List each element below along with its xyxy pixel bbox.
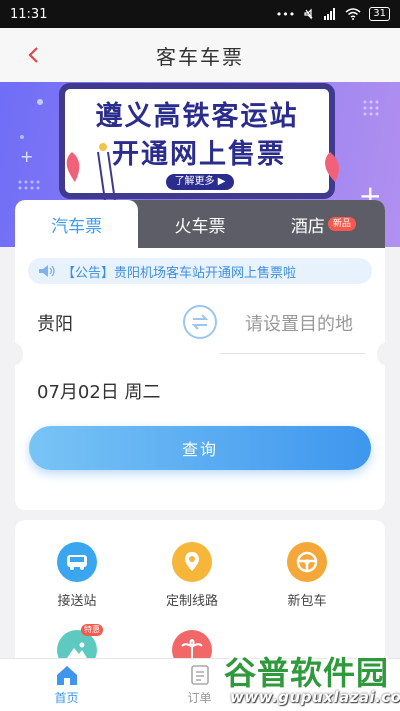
search-button[interactable]: 查询 [29,426,371,470]
tab-bus-ticket[interactable]: 汽车票 [15,200,139,248]
steering-wheel-icon [287,542,327,582]
route-pin-icon [172,542,212,582]
back-button[interactable] [18,40,48,70]
ticket-search-card: 汽车票 火车票 酒店 新品 【公告】贵阳机场客车站开通网上售票啦 贵阳 请设置目… [15,200,385,510]
swap-cities-button[interactable] [183,305,217,339]
home-icon [56,666,77,685]
new-badge: 新品 [327,217,356,231]
svg-text:+: + [20,147,33,166]
order-icon [190,665,209,685]
page-title: 客车车票 [156,44,244,69]
tab-hotel[interactable]: 酒店 新品 [262,200,385,248]
nav-bar: 客车车票 [0,28,400,82]
tab-label: 酒店 [290,216,325,237]
special-badge: 特惠 [81,624,103,636]
swap-icon [191,314,209,330]
notice-bar[interactable]: 【公告】贵阳机场客车站开通网上售票啦 [28,258,372,284]
departure-date[interactable]: 07月02日 周二 [37,378,161,404]
service-label: 接送站 [57,594,97,609]
tabbar-label: 订单 [187,691,212,705]
banner-more-button[interactable]: 了解更多 ▶ [166,174,234,190]
destination-underline [220,353,365,354]
status-icons: ••• 31 [276,7,390,21]
tabbar-home[interactable]: 首页 [0,659,133,711]
destination-city[interactable]: 请设置目的地 [245,310,353,336]
tabbar-label: 首页 [54,691,79,705]
card-notch [377,343,385,365]
bus-icon [57,542,97,582]
service-pickup[interactable]: 接送站 [27,542,127,609]
wifi-icon [345,8,361,20]
service-label: 新包车 [287,594,327,609]
service-custom-route[interactable]: 定制线路 [142,542,242,609]
tab-label: 火车票 [174,216,226,237]
ticket-tabs: 汽车票 火车票 酒店 新品 [15,200,385,248]
watermark: 谷普软件园 www.gupuxlazai.com [216,648,400,711]
speaker-icon [39,265,55,277]
status-bar: 11:31 ••• 31 [0,0,400,28]
back-arrow-icon [28,47,38,63]
more-dots-icon: ••• [275,7,296,21]
notice-text: 【公告】贵阳机场客车站开通网上售票啦 [62,265,297,281]
route-row: 贵阳 请设置目的地 [15,290,385,354]
mute-icon [304,8,313,20]
departure-city[interactable]: 贵阳 [37,310,73,336]
battery-indicator: 31 [369,7,390,21]
service-charter[interactable]: 新包车 [257,542,357,609]
service-label: 定制线路 [165,594,218,609]
watermark-url: www.gupuxlazai.com [230,688,400,706]
tab-label: 汽车票 [51,216,103,237]
banner-headline: 遵义高铁客运站 [95,101,299,132]
banner-subheadline: 开通网上售票 [112,139,286,170]
signal-icon [324,8,336,20]
status-time: 11:31 [10,6,48,22]
tab-train-ticket[interactable]: 火车票 [138,200,261,248]
